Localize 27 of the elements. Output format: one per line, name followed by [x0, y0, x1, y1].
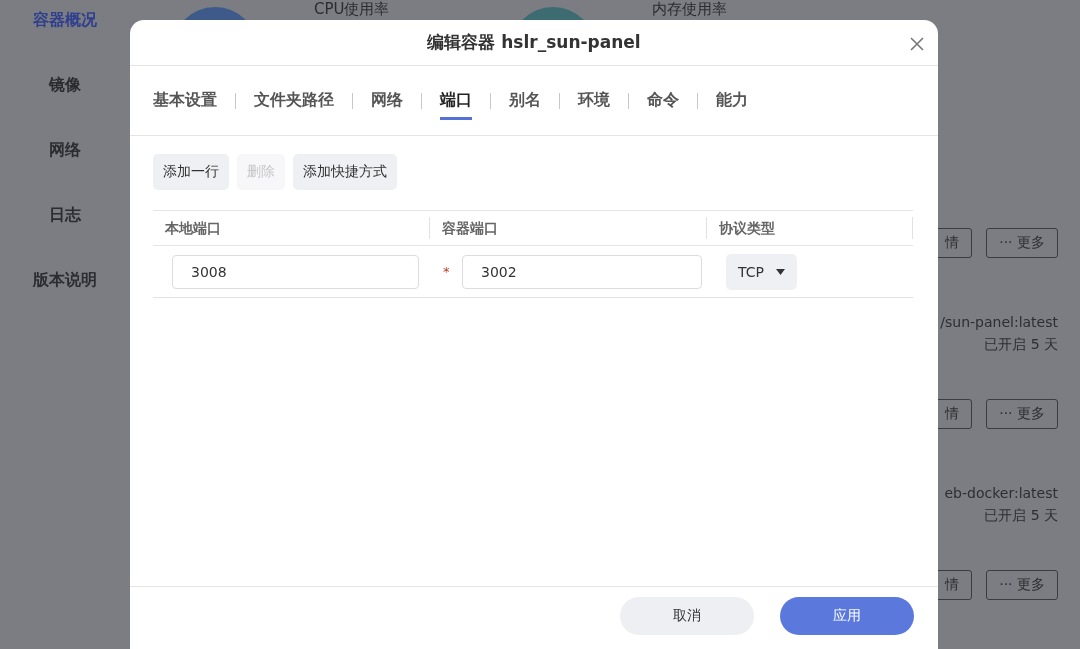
tab[interactable]: 命令: [647, 84, 679, 120]
stat-label: CPU使用率: [314, 1, 390, 18]
stat-label: 内存使用率: [651, 1, 727, 18]
toolbar-button[interactable]: 添加一行: [153, 154, 229, 190]
tab[interactable]: 别名: [509, 84, 541, 120]
column-header: 容器端口: [430, 217, 707, 239]
caret-icon: [775, 268, 785, 275]
tab[interactable]: 网络: [371, 84, 403, 120]
tab[interactable]: 能力: [716, 84, 748, 120]
column-header: 本地端口: [153, 217, 430, 239]
uptime-text: 已开启 5 天: [984, 506, 1058, 525]
required-mark: *: [443, 264, 451, 279]
apply-button[interactable]: 应用: [780, 597, 914, 635]
close-icon[interactable]: [910, 37, 924, 51]
image-name: /sun-panel:latest: [940, 313, 1058, 332]
tab[interactable]: 文件夹路径: [254, 84, 334, 120]
tab[interactable]: 基本设置: [153, 84, 217, 120]
uptime-text: 已开启 5 天: [984, 335, 1058, 354]
toolbar-button[interactable]: 添加快捷方式: [293, 154, 397, 190]
cancel-button[interactable]: 取消: [620, 597, 754, 635]
local-port-field[interactable]: 3008: [172, 254, 419, 289]
protocol-dropdown[interactable]: TCP: [726, 253, 797, 290]
tab[interactable]: 环境: [578, 84, 610, 120]
image-name: eb-docker:latest: [944, 484, 1058, 503]
column-header: 协议类型: [707, 217, 913, 239]
container-port-field[interactable]: 3002: [462, 254, 702, 289]
tab[interactable]: 端口: [440, 84, 472, 120]
